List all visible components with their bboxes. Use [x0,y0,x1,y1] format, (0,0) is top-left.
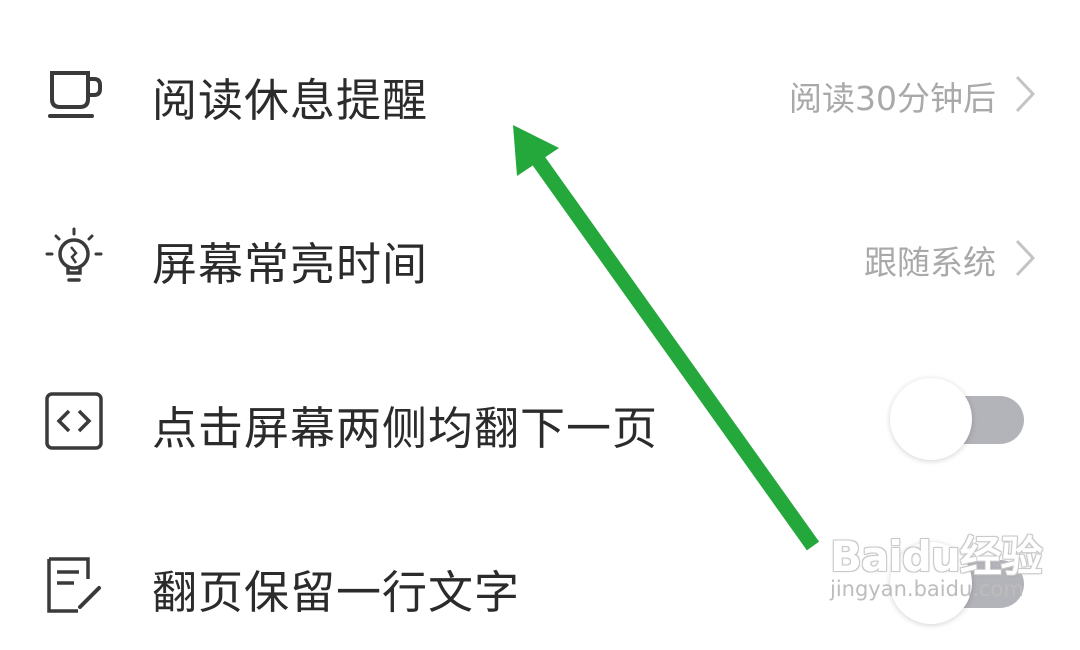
watermark-url: jingyan.baidu.com [830,577,1024,601]
watermark-logo: Baidu经验 [830,532,1043,581]
baidu-jingyan-watermark: Baidu经验 jingyan.baidu.com [826,505,1043,615]
annotation-arrow-shaft [531,155,820,551]
